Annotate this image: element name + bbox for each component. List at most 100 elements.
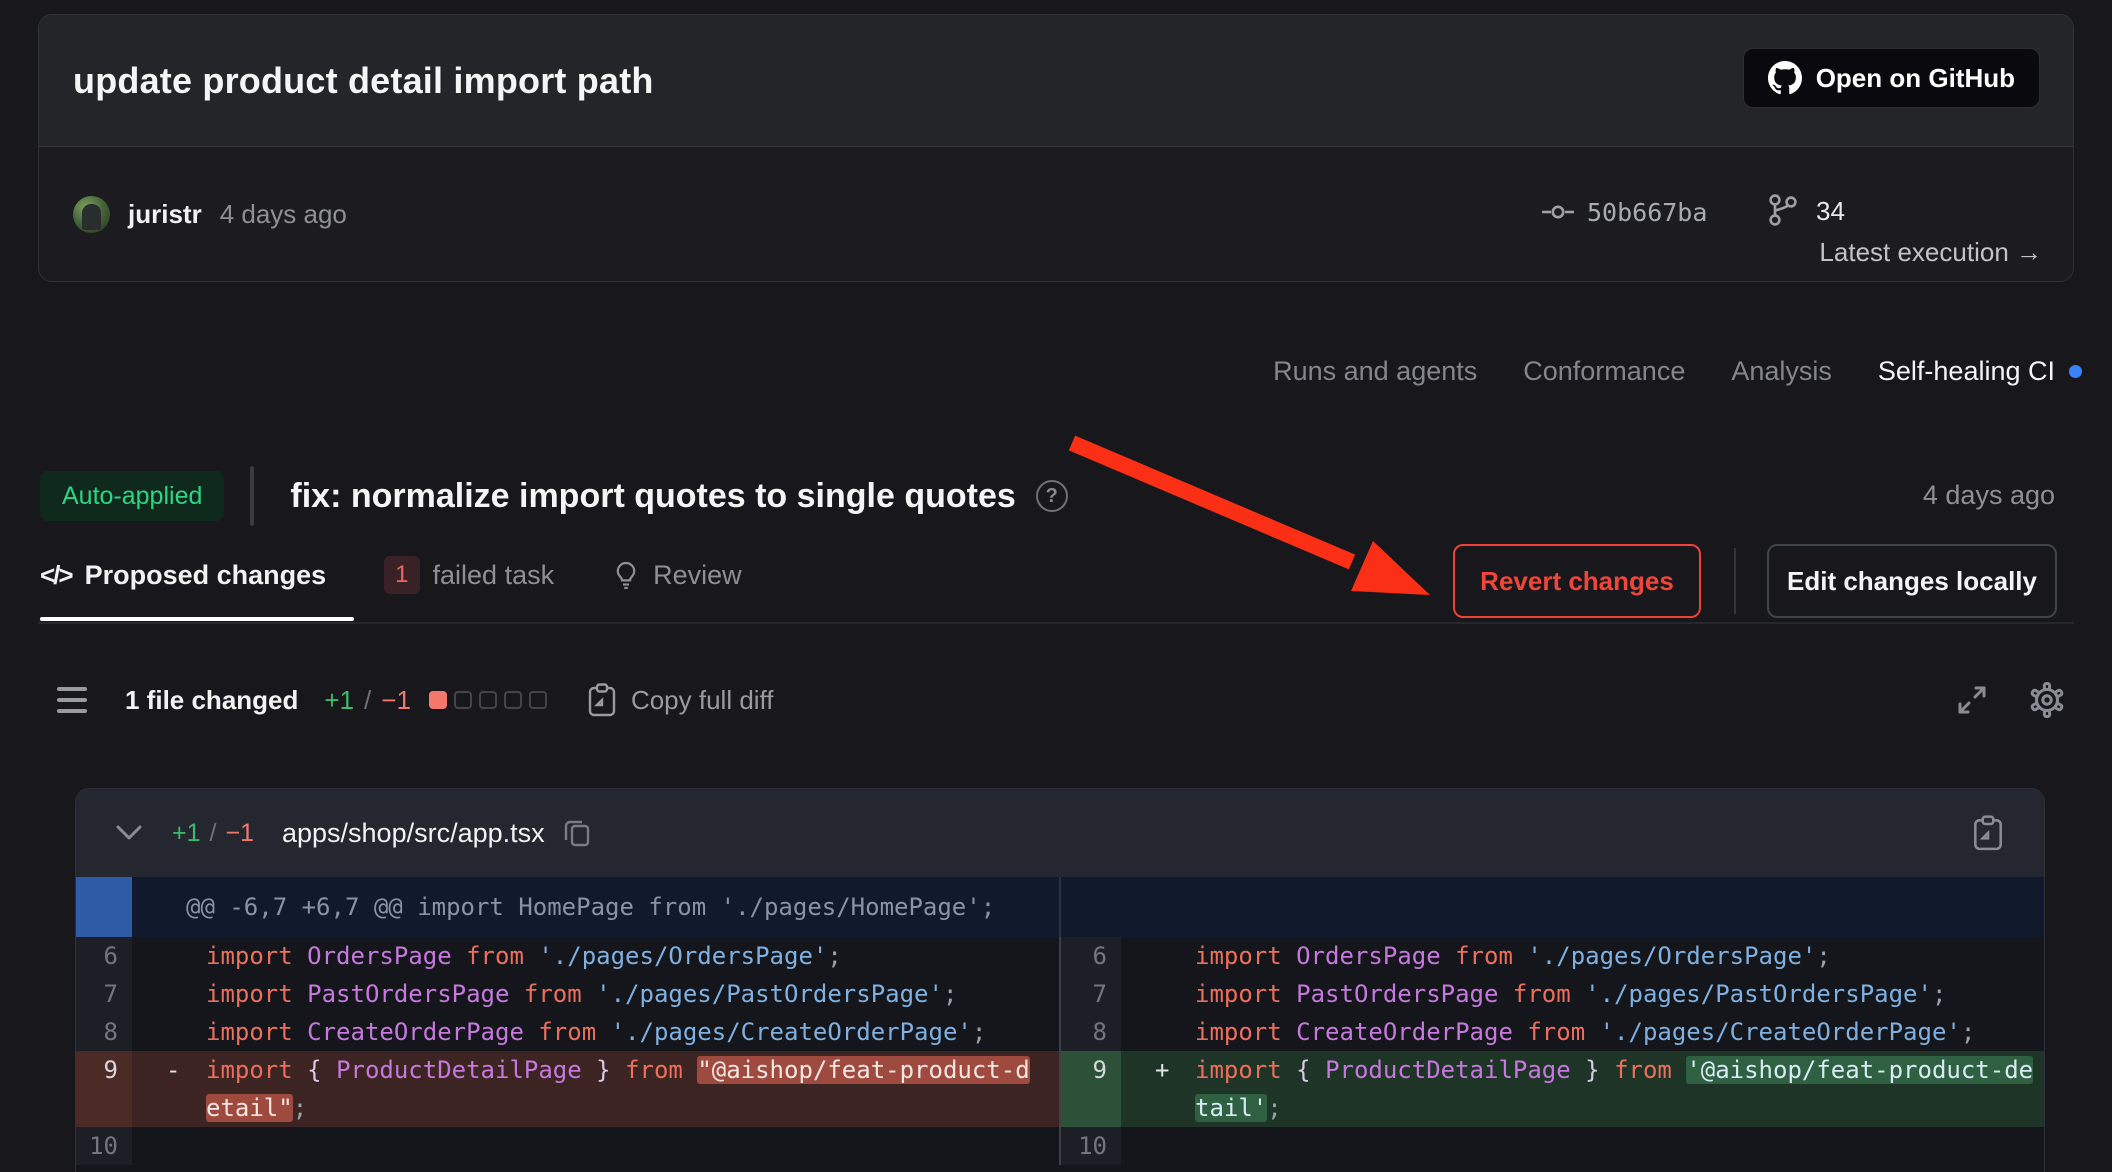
page-title: update product detail import path bbox=[73, 60, 654, 102]
diff-cell-left: 10 bbox=[76, 1127, 1059, 1165]
revert-changes-button[interactable]: Revert changes bbox=[1453, 544, 1701, 618]
section-nav: Runs and agents Conformance Analysis Sel… bbox=[1273, 346, 2082, 396]
code-line: import OrdersPage from './pages/OrdersPa… bbox=[1155, 937, 1831, 975]
settings-gear-icon[interactable] bbox=[2029, 682, 2065, 718]
line-number: 10 bbox=[1061, 1127, 1121, 1165]
copy-full-diff-button[interactable]: Copy full diff bbox=[587, 683, 774, 717]
diff-stat-blocks bbox=[429, 691, 547, 709]
tab-review[interactable]: Review bbox=[612, 560, 742, 591]
tab-proposed-changes[interactable]: </> Proposed changes bbox=[40, 560, 326, 591]
fix-header: Auto-applied fix: normalize import quote… bbox=[40, 466, 1068, 526]
code-line bbox=[166, 1127, 206, 1165]
fix-time: 4 days ago bbox=[1923, 480, 2055, 511]
diff-cell-right: 6 import OrdersPage from './pages/OrdersP… bbox=[1061, 937, 2044, 975]
line-number: 7 bbox=[76, 975, 132, 1013]
commit-header-card: update product detail import path Open o… bbox=[38, 14, 2074, 282]
hunk-header: @@ -6,7 +6,7 @@ import HomePage from './… bbox=[76, 877, 2044, 937]
deletions-count: −1 bbox=[381, 685, 411, 716]
diff-cell-right: 10 bbox=[1061, 1127, 2044, 1165]
auto-applied-badge: Auto-applied bbox=[40, 471, 224, 521]
line-number: 8 bbox=[76, 1013, 132, 1051]
edit-changes-locally-button[interactable]: Edit changes locally bbox=[1767, 544, 2057, 618]
copy-path-icon[interactable] bbox=[563, 818, 591, 848]
divider bbox=[250, 466, 254, 526]
collapse-chevron-icon[interactable] bbox=[116, 825, 142, 841]
github-button-label: Open on GitHub bbox=[1816, 63, 2015, 94]
diff-cell-left: 7 import PastOrdersPage from './pages/Pas… bbox=[76, 975, 1059, 1013]
copy-file-diff-icon[interactable] bbox=[1972, 815, 2004, 851]
file-additions: +1 bbox=[172, 819, 201, 848]
diff-row-line-9: 9 -import { ProductDetailPage } from "@ai… bbox=[76, 1051, 2044, 1127]
diff-cell-left: 9 -import { ProductDetailPage } from "@ai… bbox=[76, 1051, 1059, 1127]
line-number: 7 bbox=[1061, 975, 1121, 1013]
code-line bbox=[1155, 1127, 1195, 1165]
active-tab-underline bbox=[40, 617, 354, 621]
nav-conformance[interactable]: Conformance bbox=[1523, 356, 1685, 387]
sha-text: 50b667ba bbox=[1587, 198, 1707, 227]
fix-tabs: </> Proposed changes 1 failed task Revie… bbox=[40, 550, 742, 600]
line-number: 9 bbox=[1061, 1051, 1121, 1127]
author-name: juristr bbox=[128, 199, 202, 230]
code-line: import PastOrdersPage from './pages/Past… bbox=[166, 975, 957, 1013]
code-line: -import { ProductDetailPage } from "@ais… bbox=[166, 1051, 1030, 1089]
diff-toolbar: 1 file changed +1 / −1 Copy full diff bbox=[57, 672, 2065, 728]
file-deletions: −1 bbox=[225, 819, 254, 848]
avatar bbox=[73, 196, 110, 233]
diff-body: 6 import OrdersPage from './pages/OrdersP… bbox=[76, 937, 2044, 1165]
latest-execution-link[interactable]: Latest execution → bbox=[1819, 237, 2042, 268]
branch-icon bbox=[1766, 193, 1800, 229]
diff-file-card: +1 / −1 apps/shop/src/app.tsx @@ -6,7 +6… bbox=[75, 788, 2045, 1172]
file-list-menu-icon[interactable] bbox=[57, 687, 87, 713]
code-line: tail'; bbox=[1155, 1089, 2033, 1127]
page: update product detail import path Open o… bbox=[0, 0, 2112, 1172]
commit-title-section: update product detail import path Open o… bbox=[39, 15, 2073, 147]
open-on-github-button[interactable]: Open on GitHub bbox=[1743, 48, 2040, 108]
diff-cell-right: 7import PastOrdersPage from './pages/Pas… bbox=[1061, 975, 2044, 1013]
nav-runs-and-agents[interactable]: Runs and agents bbox=[1273, 356, 1477, 387]
file-path: apps/shop/src/app.tsx bbox=[282, 818, 545, 849]
line-number: 9 bbox=[76, 1051, 132, 1127]
code-line: import CreateOrderPage from './pages/Cre… bbox=[1155, 1013, 1975, 1051]
nav-self-healing-ci[interactable]: Self-healing CI bbox=[1878, 356, 2082, 387]
fix-title: fix: normalize import quotes to single q… bbox=[290, 477, 1015, 516]
help-icon[interactable]: ? bbox=[1036, 480, 1068, 512]
diff-stat-block bbox=[429, 691, 447, 709]
diff-row-line-7: 7 import PastOrdersPage from './pages/Pas… bbox=[76, 975, 2044, 1013]
code-line: import CreateOrderPage from './pages/Cre… bbox=[166, 1013, 986, 1051]
diff-row-line-6: 6 import OrdersPage from './pages/OrdersP… bbox=[76, 937, 2044, 975]
commit-icon bbox=[1541, 197, 1575, 227]
tab-failed-task[interactable]: 1 failed task bbox=[384, 556, 554, 594]
diff-row-line-10: 10 10 bbox=[76, 1127, 2044, 1165]
code-line: +import { ProductDetailPage } from '@ais… bbox=[1155, 1051, 2033, 1089]
additions-count: +1 bbox=[324, 685, 354, 716]
commit-time: 4 days ago bbox=[220, 199, 347, 230]
nav-analysis[interactable]: Analysis bbox=[1731, 356, 1832, 387]
diff-cell-left: 6import OrdersPage from './pages/OrdersP… bbox=[76, 937, 1059, 975]
line-number: 6 bbox=[1061, 937, 1121, 975]
tabs-divider-line bbox=[38, 622, 2074, 624]
code-line: etail"; bbox=[166, 1089, 1030, 1127]
notification-dot bbox=[2069, 365, 2082, 378]
expand-fullscreen-icon[interactable] bbox=[1955, 683, 1989, 717]
diff-cell-left: 8 import CreateOrderPage from './pages/Cr… bbox=[76, 1013, 1059, 1051]
line-number: 8 bbox=[1061, 1013, 1121, 1051]
clipboard-icon bbox=[587, 683, 617, 717]
commit-sha[interactable]: 50b667ba bbox=[1541, 197, 1707, 227]
divider bbox=[1734, 548, 1736, 614]
branch-cluster[interactable]: 34 bbox=[1766, 193, 1845, 229]
github-icon bbox=[1768, 61, 1802, 95]
lightbulb-icon bbox=[612, 561, 640, 589]
branch-count: 34 bbox=[1816, 196, 1845, 227]
code-line: import OrdersPage from './pages/OrdersPa… bbox=[166, 937, 842, 975]
commit-meta-section: juristr 4 days ago 50b667ba 34 Latest ex… bbox=[39, 147, 2073, 282]
diff-stat-block bbox=[504, 691, 522, 709]
hunk-gutter-block bbox=[76, 877, 132, 937]
failed-count-badge: 1 bbox=[384, 556, 419, 594]
files-changed-label: 1 file changed bbox=[125, 685, 298, 716]
diff-cell-right: 8 import CreateOrderPage from './pages/Cr… bbox=[1061, 1013, 2044, 1051]
code-icon: </> bbox=[40, 560, 72, 591]
annotation-arrow bbox=[1050, 415, 1460, 625]
diff-file-header: +1 / −1 apps/shop/src/app.tsx bbox=[76, 789, 2044, 877]
line-number: 10 bbox=[76, 1127, 132, 1165]
diff-row-line-8: 8 import CreateOrderPage from './pages/Cr… bbox=[76, 1013, 2044, 1051]
